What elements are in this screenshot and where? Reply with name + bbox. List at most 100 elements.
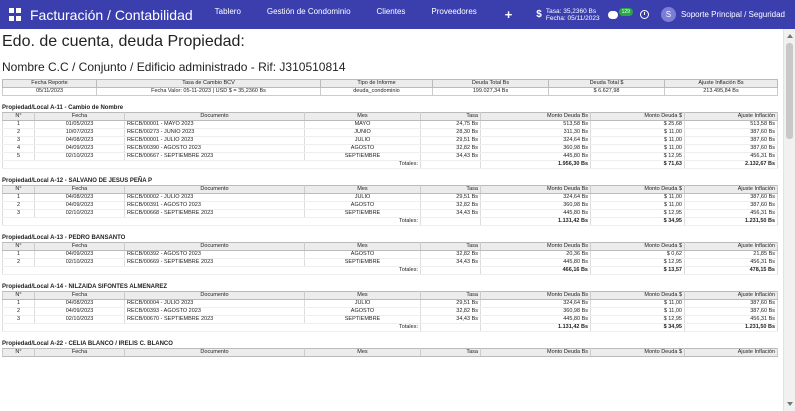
table-cell: 1 [2, 299, 35, 308]
table-cell: 04/09/2023 [34, 250, 125, 259]
column-header[interactable]: Documento [124, 242, 305, 251]
table-cell: MAYO [304, 120, 421, 129]
table-cell: 34,43 Bs [420, 152, 481, 161]
table-cell: 360,98 Bs [480, 201, 591, 210]
app-brand[interactable]: Facturación / Contabilidad [30, 7, 193, 23]
column-header[interactable]: Monto Deuda $ [590, 112, 685, 121]
totals-label: Totales: [2, 266, 421, 275]
column-header[interactable]: Ajuste Inflación [684, 348, 778, 357]
grid-logo-icon[interactable] [9, 8, 22, 21]
column-header[interactable]: Documento [124, 185, 305, 194]
table-cell: 04/08/2023 [34, 193, 125, 202]
column-header[interactable]: Tasa [420, 291, 481, 300]
table-cell: RECB/00001 - MAYO 2023 [124, 120, 305, 129]
column-header[interactable]: Ajuste Inflación [684, 185, 778, 194]
column-header[interactable]: Ajuste Inflación [684, 242, 778, 251]
top-navbar: Facturación / Contabilidad Tablero Gesti… [0, 0, 795, 29]
column-header[interactable]: Mes [304, 112, 421, 121]
column-header[interactable]: Ajuste Inflación [684, 112, 778, 121]
table-cell: SEPTIEMBRE [304, 152, 421, 161]
column-header[interactable]: Ajuste Inflación [684, 291, 778, 300]
totals-value: 1.131,42 Bs [480, 323, 591, 332]
table-row: 3 04/08/2023 RECB/00001 - JULIO 2023 JULIO 2… [2, 136, 778, 145]
column-header[interactable]: Monto Deuda Bs [480, 291, 591, 300]
nav-link-clientes[interactable]: Clientes [377, 7, 406, 22]
table-row: 1 04/08/2023 RECB/00002 - JULIO 2023 JULIO 2… [2, 193, 778, 202]
column-header[interactable]: Fecha [34, 112, 125, 121]
column-header[interactable]: Monto Deuda Bs [480, 348, 591, 357]
table-cell: 29,51 Bs [420, 193, 481, 202]
info-value-cell: 213.495,84 Bs [664, 87, 778, 96]
column-header[interactable]: Monto Deuda $ [590, 242, 685, 251]
table-cell: 387,60 Bs [684, 136, 778, 145]
totals-value: 466,16 Bs [480, 266, 591, 275]
column-header[interactable]: N° [2, 291, 35, 300]
table-cell: 387,60 Bs [684, 128, 778, 137]
column-header[interactable]: N° [2, 348, 35, 357]
table-cell: RECB/00670 - SEPTIEMBRE 2023 [124, 315, 305, 324]
property-debt-table: N° Fecha Documento Mes Tasa Monto Deuda Bs Mon… [2, 242, 778, 275]
column-header[interactable]: Monto Deuda $ [590, 348, 685, 357]
column-header[interactable]: N° [2, 112, 35, 121]
column-header[interactable]: Monto Deuda $ [590, 291, 685, 300]
table-cell: 513,58 Bs [684, 120, 778, 129]
column-header[interactable]: Monto Deuda $ [590, 185, 685, 194]
table-cell: RECB/00393 - AGOSTO 2023 [124, 307, 305, 316]
scroll-down-icon[interactable] [787, 402, 793, 406]
table-cell: $ 11,00 [590, 144, 685, 153]
column-header[interactable]: Tasa [420, 242, 481, 251]
table-cell: AGOSTO [304, 307, 421, 316]
column-header[interactable]: Mes [304, 348, 421, 357]
totals-empty-cell [420, 217, 481, 226]
table-cell: 2 [2, 201, 35, 210]
nav-link-gestion-condominio[interactable]: Gestión de Condominio [267, 7, 351, 22]
column-header[interactable]: Fecha [34, 348, 125, 357]
column-header[interactable]: Documento [124, 291, 305, 300]
nav-link-proveedores[interactable]: Proveedores [431, 7, 476, 22]
column-header[interactable]: Monto Deuda Bs [480, 242, 591, 251]
table-header-row: N° Fecha Documento Mes Tasa Monto Deuda Bs Mon… [2, 348, 778, 357]
column-header[interactable]: Monto Deuda Bs [480, 112, 591, 121]
table-cell: 04/09/2023 [34, 201, 125, 210]
column-header[interactable]: Tasa [420, 112, 481, 121]
table-cell: RECB/00390 - AGOSTO 2023 [124, 144, 305, 153]
table-cell: SEPTIEMBRE [304, 258, 421, 267]
table-cell: SEPTIEMBRE [304, 209, 421, 218]
scroll-up-icon[interactable] [787, 34, 793, 38]
table-cell: $ 0,62 [590, 250, 685, 259]
column-header[interactable]: Documento [124, 112, 305, 121]
totals-value: 1.131,42 Bs [480, 217, 591, 226]
exchange-rate-date: Fecha: 05/11/2023 [545, 14, 600, 22]
totals-value: $ 71,63 [590, 160, 685, 169]
column-header[interactable]: Tasa [420, 185, 481, 194]
table-cell: 01/05/2023 [34, 120, 125, 129]
property-groups: Propiedad/Local A-11 - Cambio de Nombre N… [2, 104, 783, 357]
avatar[interactable]: S [660, 7, 676, 22]
clock-icon[interactable] [639, 10, 649, 19]
totals-value: 1.231,50 Bs [684, 217, 778, 226]
column-header[interactable]: Monto Deuda Bs [480, 185, 591, 194]
column-header[interactable]: Fecha [34, 291, 125, 300]
column-header[interactable]: Fecha [34, 185, 125, 194]
column-header[interactable]: Tasa [420, 348, 481, 357]
chat-icon[interactable] [607, 10, 618, 19]
scrollbar-thumb[interactable] [786, 43, 793, 139]
nav-link-tablero[interactable]: Tablero [215, 7, 241, 22]
table-cell: 387,60 Bs [684, 144, 778, 153]
column-header[interactable]: Mes [304, 242, 421, 251]
page-subtitle: Nombre C.C / Conjunto / Edificio adminis… [2, 60, 346, 74]
column-header[interactable]: Fecha [34, 242, 125, 251]
user-menu[interactable]: Soporte Principal / Seguridad [681, 10, 785, 19]
table-cell: 02/10/2023 [34, 258, 125, 267]
table-cell: 456,31 Bs [684, 152, 778, 161]
table-cell: 1 [2, 120, 35, 129]
column-header[interactable]: N° [2, 242, 35, 251]
table-header-row: N° Fecha Documento Mes Tasa Monto Deuda Bs Mon… [2, 242, 778, 251]
column-header[interactable]: Documento [124, 348, 305, 357]
plus-icon[interactable]: + [505, 7, 513, 22]
column-header[interactable]: Mes [304, 185, 421, 194]
vertical-scrollbar[interactable] [783, 29, 795, 411]
column-header[interactable]: N° [2, 185, 35, 194]
column-header[interactable]: Mes [304, 291, 421, 300]
table-cell: 28,30 Bs [420, 128, 481, 137]
